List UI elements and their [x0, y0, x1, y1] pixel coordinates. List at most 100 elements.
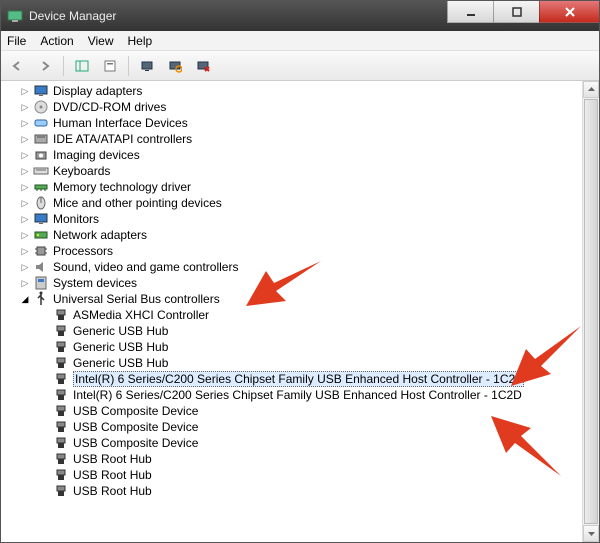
- tree-child-node[interactable]: Intel(R) 6 Series/C200 Series Chipset Fa…: [45, 387, 599, 403]
- tree-child-node[interactable]: USB Composite Device: [45, 419, 599, 435]
- tree-node[interactable]: ▷System devices: [13, 275, 599, 291]
- tree-node-label: USB Root Hub: [73, 484, 152, 498]
- dvd-icon: [33, 99, 49, 115]
- menu-view[interactable]: View: [88, 34, 114, 48]
- forward-button[interactable]: [33, 54, 57, 78]
- usb-plug-icon: [53, 323, 69, 339]
- tree-node-label: Generic USB Hub: [73, 356, 168, 370]
- expand-icon[interactable]: ▷: [19, 118, 31, 129]
- tree-node[interactable]: ▷ IDE ATA/ATAPI controllers: [13, 131, 599, 147]
- properties-button[interactable]: [98, 54, 122, 78]
- back-button[interactable]: [5, 54, 29, 78]
- tree-node[interactable]: ▷ DVD/CD-ROM drives: [13, 99, 599, 115]
- tree-node-label: Processors: [53, 244, 113, 258]
- usb-plug-icon: [53, 355, 69, 371]
- network-icon: [33, 227, 49, 243]
- uninstall-button[interactable]: [191, 54, 215, 78]
- tree-node-label: USB Root Hub: [73, 468, 152, 482]
- system-icon: [33, 275, 49, 291]
- usb-plug-icon: [53, 339, 69, 355]
- tree-child-node[interactable]: USB Composite Device: [45, 435, 599, 451]
- tree-node[interactable]: ▷ Monitors: [13, 211, 599, 227]
- imaging-icon: [33, 147, 49, 163]
- expand-icon[interactable]: ▷: [19, 246, 31, 257]
- usb-plug-icon: [53, 307, 69, 323]
- tree-child-node[interactable]: Generic USB Hub: [45, 339, 599, 355]
- expand-icon[interactable]: ▷: [19, 262, 31, 273]
- expand-icon[interactable]: ▷: [19, 134, 31, 145]
- scroll-down-button[interactable]: [583, 525, 599, 542]
- tree-node[interactable]: ▷ Sound, video and game controllers: [13, 259, 599, 275]
- expand-icon[interactable]: ▷: [19, 166, 31, 177]
- maximize-button[interactable]: [493, 1, 539, 23]
- tree-child-node[interactable]: USB Root Hub: [45, 483, 599, 499]
- tree-node[interactable]: ▷Human Interface Devices: [13, 115, 599, 131]
- expand-icon[interactable]: ▷: [19, 214, 31, 225]
- tree-node-label: USB Composite Device: [73, 436, 198, 450]
- tree-node[interactable]: ▷Network adapters: [13, 227, 599, 243]
- sound-icon: [33, 259, 49, 275]
- expand-icon[interactable]: ▷: [19, 198, 31, 209]
- tree-node[interactable]: ▷ Keyboards: [13, 163, 599, 179]
- app-icon: [7, 8, 23, 24]
- tree-node-label: Keyboards: [53, 164, 110, 178]
- usb-plug-icon: [53, 387, 69, 403]
- tree-node-label: DVD/CD-ROM drives: [53, 100, 166, 114]
- tree-node-label: Generic USB Hub: [73, 324, 168, 338]
- usb-plug-icon: [53, 483, 69, 499]
- tree-child-node[interactable]: Intel(R) 6 Series/C200 Series Chipset Fa…: [45, 371, 599, 387]
- tree-child-node[interactable]: ASMedia XHCI Controller: [45, 307, 599, 323]
- tree-child-node[interactable]: USB Root Hub: [45, 467, 599, 483]
- tree-node-label: USB Composite Device: [73, 404, 198, 418]
- tree-node[interactable]: ▷Imaging devices: [13, 147, 599, 163]
- expand-icon[interactable]: ▷: [19, 230, 31, 241]
- scroll-thumb[interactable]: [584, 99, 598, 524]
- tree-node-label: USB Root Hub: [73, 452, 152, 466]
- expand-icon[interactable]: ▷: [19, 102, 31, 113]
- tree-node-label: ASMedia XHCI Controller: [73, 308, 209, 322]
- device-tree[interactable]: ▷Display adapters▷DVD/CD-ROM drives▷Huma…: [1, 81, 599, 542]
- hid-icon: [33, 115, 49, 131]
- usb-plug-icon: [53, 403, 69, 419]
- tree-node[interactable]: ▷Display adapters: [13, 83, 599, 99]
- menu-bar: File Action View Help: [1, 31, 599, 51]
- tree-child-node[interactable]: USB Composite Device: [45, 403, 599, 419]
- tree-node-label: Mice and other pointing devices: [53, 196, 222, 210]
- usb-plug-icon: [53, 419, 69, 435]
- update-driver-button[interactable]: [135, 54, 159, 78]
- usb-plug-icon: [53, 467, 69, 483]
- tree-node-label: Sound, video and game controllers: [53, 260, 238, 274]
- menu-file[interactable]: File: [7, 34, 26, 48]
- tree-node[interactable]: ◢ Universal Serial Bus controllers: [13, 291, 599, 307]
- close-button[interactable]: [539, 1, 599, 23]
- vertical-scrollbar[interactable]: [582, 81, 599, 542]
- keyboard-icon: [33, 163, 49, 179]
- minimize-button[interactable]: [447, 1, 493, 23]
- usb-plug-icon: [53, 371, 69, 387]
- expand-icon[interactable]: ▷: [19, 150, 31, 161]
- title-bar[interactable]: Device Manager: [1, 1, 599, 31]
- scan-hardware-button[interactable]: [163, 54, 187, 78]
- menu-action[interactable]: Action: [40, 34, 73, 48]
- menu-help[interactable]: Help: [128, 34, 153, 48]
- display-icon: [33, 83, 49, 99]
- toolbar: [1, 51, 599, 81]
- tree-node[interactable]: ▷ Mice and other pointing devices: [13, 195, 599, 211]
- tree-child-node[interactable]: USB Root Hub: [45, 451, 599, 467]
- tree-node[interactable]: ▷ Processors: [13, 243, 599, 259]
- scroll-up-button[interactable]: [583, 81, 599, 98]
- show-hide-pane-button[interactable]: [70, 54, 94, 78]
- tree-node-label: Intel(R) 6 Series/C200 Series Chipset Fa…: [73, 388, 522, 402]
- tree-node-label: Monitors: [53, 212, 99, 226]
- tree-child-node[interactable]: Generic USB Hub: [45, 323, 599, 339]
- tree-child-node[interactable]: Generic USB Hub: [45, 355, 599, 371]
- tree-node-label: Universal Serial Bus controllers: [53, 292, 220, 306]
- expand-icon[interactable]: ▷: [19, 86, 31, 97]
- tree-node-label: USB Composite Device: [73, 420, 198, 434]
- tree-node[interactable]: ▷Memory technology driver: [13, 179, 599, 195]
- tree-node-label: IDE ATA/ATAPI controllers: [53, 132, 192, 146]
- expand-icon[interactable]: ▷: [19, 278, 31, 289]
- collapse-icon[interactable]: ◢: [19, 294, 31, 305]
- memory-icon: [33, 179, 49, 195]
- expand-icon[interactable]: ▷: [19, 182, 31, 193]
